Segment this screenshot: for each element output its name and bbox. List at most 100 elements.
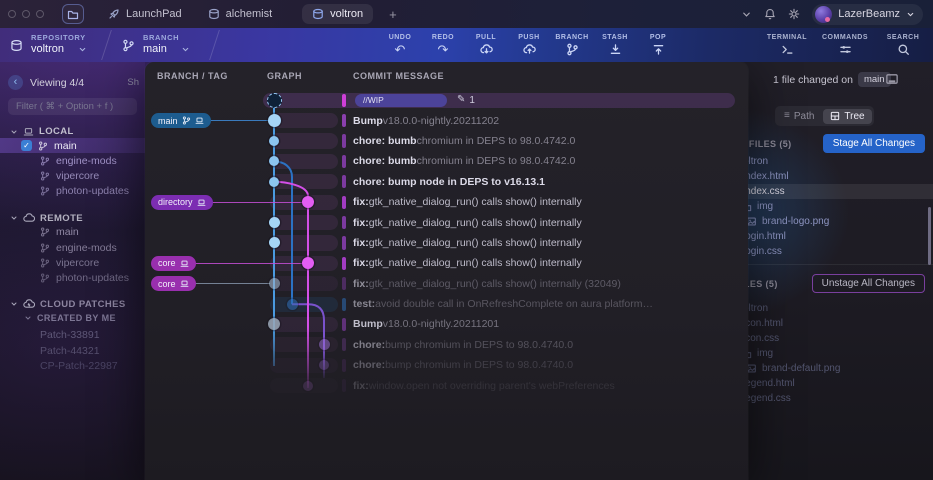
unstage-all-button[interactable]: Unstage All Changes	[812, 274, 925, 293]
commit-message: chore: bump node in DEPS to v16.13.1	[353, 172, 742, 192]
toolbar-button-pull[interactable]: PULL	[467, 28, 505, 62]
commit-node[interactable]	[269, 237, 280, 248]
commit-row[interactable]: corefix: gtk_native_dialog_run() calls s…	[145, 274, 748, 294]
remote-section-header[interactable]: REMOTE	[0, 212, 145, 225]
stage-all-button[interactable]: Stage All Changes	[823, 134, 925, 153]
toolbar-button-undo[interactable]: UNDO↶	[381, 28, 419, 62]
sidebar-remote-branch-vipercore[interactable]: vipercore	[0, 255, 145, 270]
commit-node[interactable]	[287, 299, 298, 310]
sidebar-patch-item[interactable]: Patch-44321	[0, 343, 145, 359]
commit-node[interactable]	[269, 136, 279, 146]
sidebar-remote-branch-engine-mods[interactable]: engine-mods	[0, 240, 145, 255]
commit-row[interactable]: chore: bump node in DEPS to v16.13.1	[145, 172, 748, 192]
notifications-bell-icon[interactable]	[764, 8, 776, 20]
wip-pill[interactable]: //WIP	[355, 94, 447, 107]
sidebar-branch-vipercore[interactable]: vipercore	[0, 168, 145, 183]
sidebar-patch-item[interactable]: Patch-33891	[0, 328, 145, 344]
laptop-icon	[197, 198, 206, 207]
branch-label: BRANCH	[143, 34, 190, 43]
sidebar-branch-engine-mods[interactable]: engine-mods	[0, 153, 145, 168]
sidebar-branch-main[interactable]: ✓main	[0, 138, 145, 153]
commit-row[interactable]: directoryfix: gtk_native_dialog_run() ca…	[145, 192, 748, 212]
commit-message-strong: fix:	[353, 257, 369, 269]
scrollbar-thumb[interactable]	[928, 207, 931, 265]
commit-row[interactable]: corefix: gtk_native_dialog_run() calls s…	[145, 253, 748, 273]
view-toggle-tree[interactable]: Tree	[823, 109, 871, 124]
toolbar-button-branch[interactable]: BRANCH	[553, 28, 591, 62]
branch-selector[interactable]: BRANCH main	[122, 28, 190, 62]
sidebar-remote-branch-photon-updates[interactable]: photon-updates	[0, 270, 145, 285]
tab-alchemist[interactable]: alchemist	[198, 4, 282, 24]
branch-name: engine-mods	[56, 155, 117, 167]
tab-voltron[interactable]: voltron	[302, 4, 373, 24]
commit-row[interactable]: chore: bump chromium in DEPS to 98.0.474…	[145, 355, 748, 375]
show-more-link[interactable]: Sh	[127, 77, 139, 88]
database-icon	[208, 8, 220, 20]
row-tick	[342, 216, 346, 229]
commit-row[interactable]: Bump v18.0.0-nightly.20211201	[145, 314, 748, 334]
toolbar-button-stash[interactable]: STASH	[596, 28, 634, 62]
account-menu[interactable]: LazerBeamz	[812, 4, 923, 25]
commit-row[interactable]: chore: bump chromium in DEPS to 98.0.474…	[145, 335, 748, 355]
undo-icon: ↶	[395, 43, 406, 56]
commit-row[interactable]: chore: bumb chromium in DEPS to 98.0.474…	[145, 151, 748, 171]
commit-message: fix: gtk_native_dialog_run() calls show(…	[353, 212, 742, 232]
tab-launchpad[interactable]: LaunchPad	[98, 4, 192, 24]
toolbar-button-pop[interactable]: POP	[639, 28, 677, 62]
commit-row[interactable]: chore: bumb chromium in DEPS to 98.0.474…	[145, 131, 748, 151]
commit-node[interactable]	[319, 339, 330, 350]
commit-row[interactable]: mainBump v18.0.0-nightly.20211202	[145, 110, 748, 130]
panel-layout-icon[interactable]	[885, 72, 899, 86]
open-repo-button[interactable]	[62, 4, 84, 24]
commit-message-rest: window.open not overriding parent's webP…	[369, 380, 615, 392]
branch-label-core[interactable]: core	[151, 276, 196, 291]
settings-gear-icon[interactable]	[788, 8, 800, 20]
chevron-down-icon[interactable]	[741, 9, 752, 20]
commands-icon	[839, 43, 852, 56]
commit-row[interactable]: //WIP✎1	[145, 90, 748, 110]
repository-selector[interactable]: REPOSITORY voltron	[10, 28, 87, 62]
sidebar-remote-branch-main[interactable]: main	[0, 225, 145, 240]
branch-label-directory[interactable]: directory	[151, 195, 213, 210]
created-by-me-header[interactable]: CREATED BY ME	[0, 311, 145, 325]
file-name: index.html	[743, 171, 789, 182]
view-toggle-path[interactable]: ≡Path	[777, 109, 821, 124]
laptop-icon	[180, 259, 189, 268]
branch-label-text: core	[158, 258, 176, 268]
window-minimize-button[interactable]	[22, 10, 30, 18]
commit-row[interactable]: fix: window.open not overriding parent's…	[145, 375, 748, 395]
toolbar-button-label: POP	[650, 34, 666, 41]
sidebar-branch-photon-updates[interactable]: photon-updates	[0, 184, 145, 199]
window-close-button[interactable]	[8, 10, 16, 18]
row-highlight	[270, 317, 338, 332]
cloud-patches-header[interactable]: CLOUD PATCHES	[0, 298, 145, 311]
back-icon[interactable]: ‹	[8, 75, 23, 90]
toolbar-button-redo[interactable]: REDO↷	[424, 28, 462, 62]
toolbar-button-search[interactable]: SEARCH	[879, 28, 927, 62]
toolbar-button-push[interactable]: PUSH	[510, 28, 548, 62]
file-name: icon.html	[743, 318, 783, 329]
branch-filter-input[interactable]	[8, 98, 137, 115]
commit-row[interactable]: fix: gtk_native_dialog_run() calls show(…	[145, 212, 748, 232]
local-section-header[interactable]: LOCAL	[0, 125, 145, 138]
column-header-branch-tag: BRANCH / TAG	[157, 71, 228, 81]
toolbar-button-commands[interactable]: COMMANDS	[821, 28, 869, 62]
commit-node[interactable]	[269, 177, 279, 187]
label-connector-line	[185, 263, 304, 264]
commit-node[interactable]	[269, 278, 280, 289]
commit-row[interactable]: fix: gtk_native_dialog_run() calls show(…	[145, 233, 748, 253]
commit-node[interactable]	[268, 114, 281, 127]
commit-row[interactable]: test: avoid double call in OnRefreshComp…	[145, 294, 748, 314]
toolbar-button-terminal[interactable]: TERMINAL	[763, 28, 811, 62]
commit-node[interactable]	[269, 217, 280, 228]
checkbox-checked-icon[interactable]: ✓	[21, 140, 32, 151]
toolbar-button-label: PUSH	[518, 34, 539, 41]
new-tab-button[interactable]: +	[383, 7, 403, 22]
branch-label-core[interactable]: core	[151, 256, 196, 271]
commit-node[interactable]	[267, 93, 282, 108]
branch-name: engine-mods	[56, 242, 117, 254]
commit-node[interactable]	[303, 381, 313, 391]
sidebar-patch-item[interactable]: CP-Patch-22987	[0, 359, 145, 375]
window-zoom-button[interactable]	[36, 10, 44, 18]
branch-label-main[interactable]: main	[151, 113, 211, 128]
